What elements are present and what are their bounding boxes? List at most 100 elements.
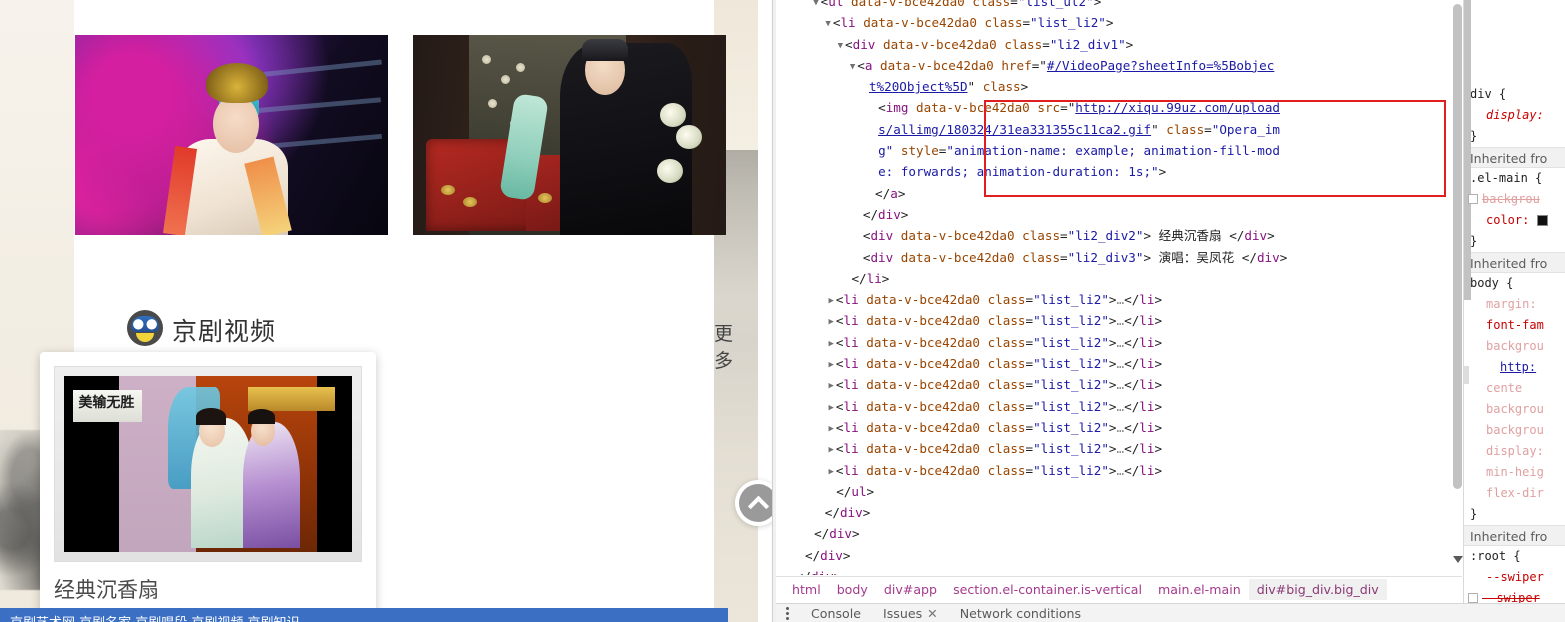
styles-row: min-heig [1486,465,1544,479]
dom-token-punct: > [1154,292,1163,308]
breadcrumb-item[interactable]: div#big_div.big_div [1248,579,1387,600]
dom-token-val: "li2_div1" [1049,36,1126,52]
twisty-collapsed-icon[interactable]: ▶ [828,445,833,455]
twisty-collapsed-icon[interactable]: ▶ [828,381,833,391]
dom-tree-row[interactable]: ▼ <li data-v-bce42da0 class="list_li2"> [776,12,1462,33]
twisty-expanded-icon[interactable]: ▼ [813,0,818,8]
dom-token-tag: li [843,462,859,478]
drawer-tab[interactable]: Issues ✕ [883,606,938,621]
dom-token-val: "li2_div3" [1067,249,1144,265]
dom-tree-row[interactable]: </div> [776,204,1462,225]
dom-tree-row[interactable]: <img data-v-bce42da0 src="http://xiqu.99… [776,97,1462,118]
dom-tree-row[interactable]: s/allimg/180324/31ea331355c11ca2.gif" cl… [776,119,1462,140]
dom-token-attr: class [987,462,1026,478]
dom-token-val: "list_li2" [1033,398,1109,414]
breadcrumb-item[interactable]: section.el-container.is-vertical [945,579,1150,600]
style-enable-checkbox[interactable] [1468,592,1478,603]
styles-pane-scrollbar[interactable] [1464,0,1471,300]
twisty-collapsed-icon[interactable]: ▶ [828,317,833,327]
dom-tree-scrollbar-thumb[interactable] [1453,4,1462,489]
drawer-tab-list[interactable]: Console Issues ✕ Network conditions [811,606,1081,621]
dom-token-tag: li [866,270,882,286]
devtools-drawer-tabbar[interactable]: Console Issues ✕ Network conditions [776,603,1565,622]
dom-token-punct: = [1025,419,1034,435]
more-link[interactable]: 更多 [714,319,733,373]
dom-token-punct: = [1060,228,1068,244]
breadcrumb-item[interactable]: html [784,579,829,600]
drawer-tab[interactable]: Network conditions [960,606,1081,621]
dom-tree-row[interactable]: ▼ <div data-v-bce42da0 class="li2_div1"> [776,34,1462,55]
dom-token-ellip: … [1116,377,1125,393]
style-enable-checkbox[interactable] [1468,193,1478,204]
dom-tree[interactable]: ▼ <ul data-v-bce42da0 class="list_ul2"> ▼ <… [776,0,1462,575]
dom-token-punct: > [1108,419,1117,435]
twisty-collapsed-icon[interactable]: ▶ [828,467,833,477]
dom-token-attr: class [1022,228,1061,244]
dom-token-punct: > [1108,441,1117,457]
dom-token-tag: li [843,398,859,414]
styles-pane[interactable]: div {display:} Inherited fro .el-main {bac… [1463,0,1565,603]
styles-row: --swiper [1464,588,1565,603]
breadcrumb[interactable]: html body div#app section.el-container.is-v… [776,576,1462,602]
breadcrumb-item[interactable]: main.el-main [1150,579,1249,600]
opera-thumbnail-1[interactable] [75,35,388,235]
dom-token-punct [1015,250,1023,265]
dom-tree-row[interactable]: ▶ <li data-v-bce42da0 class="list_li2">…<… [776,417,1462,438]
close-icon[interactable]: ✕ [927,606,938,621]
twisty-expanded-icon[interactable]: ▼ [850,62,855,72]
twisty-expanded-icon[interactable]: ▼ [838,41,843,51]
dom-tree-row[interactable]: ▼ <ul data-v-bce42da0 class="list_ul2"> [776,0,1462,12]
dom-token-tag: li [843,356,859,372]
dom-tree-row[interactable]: </ul> [776,481,1462,502]
twisty-collapsed-icon[interactable]: ▶ [828,360,833,370]
twisty-collapsed-icon[interactable]: ▶ [828,403,833,413]
dom-tree-row[interactable]: e: forwards; animation-duration: 1s;"> [776,161,1462,182]
dom-tree-row[interactable]: t%20Object%5D" class> [776,76,1462,97]
twisty-collapsed-icon[interactable]: ▶ [828,296,833,306]
breadcrumb-item[interactable]: body [829,579,876,600]
twisty-collapsed-icon[interactable]: ▶ [828,339,833,349]
more-options-icon[interactable] [786,606,789,620]
dom-token-ellip: … [1116,441,1125,457]
dom-tree-row[interactable]: ▶ <li data-v-bce42da0 class="list_li2">…<… [776,353,1462,374]
dom-tree-row[interactable]: ▶ <li data-v-bce42da0 class="list_li2">…<… [776,374,1462,395]
dom-tree-row[interactable]: </li> [776,268,1462,289]
video-card[interactable]: 美输无胜 经典沉香扇 [40,352,376,618]
dom-tree-pane[interactable]: ▼ <ul data-v-bce42da0 class="list_ul2"> ▼ <… [776,0,1462,575]
dom-tree-row[interactable]: </div> [776,502,1462,523]
dom-token-tag: div [870,249,894,265]
dom-tree-row[interactable]: ▶ <li data-v-bce42da0 class="list_li2">…<… [776,460,1462,481]
twisty-expanded-icon[interactable]: ▼ [825,19,830,29]
dom-tree-row[interactable]: </div> [776,523,1462,544]
dom-token-punct [1015,228,1023,243]
dom-tree-row[interactable]: g" style="animation-name: example; anima… [776,140,1462,161]
color-swatch[interactable] [1536,215,1548,226]
styles-pane-scroll-marker [1464,366,1469,384]
dom-tree-row[interactable]: ▼ <a data-v-bce42da0 href="#/VideoPage?sh… [776,55,1462,76]
twisty-collapsed-icon[interactable]: ▶ [828,424,833,434]
dom-tree-row[interactable]: </a> [776,183,1462,204]
dom-token-attr: data-v-bce42da0 [866,398,980,414]
dom-tree-row[interactable]: <div data-v-bce42da0 class="li2_div3"> 演… [776,247,1462,268]
styles-row: --swiper [1486,570,1544,584]
dom-token-attr: data-v-bce42da0 [866,334,980,350]
drawer-tab[interactable]: Console [811,606,861,621]
dom-tree-row[interactable]: <div data-v-bce42da0 class="li2_div2"> 经… [776,225,1462,246]
breadcrumb-item[interactable]: div#app [876,579,945,600]
opera-thumbnail-2[interactable] [413,35,726,235]
dom-token-val: "list_li2" [1033,377,1109,393]
dom-token-punct [980,313,988,328]
dom-token-punct: = [1025,462,1034,478]
dom-token-punct: > [1108,398,1117,414]
dom-tree-row[interactable]: ▶ <li data-v-bce42da0 class="list_li2">…<… [776,289,1462,310]
dom-tree-row[interactable]: ▶ <li data-v-bce42da0 class="list_li2">…<… [776,396,1462,417]
dom-tree-row[interactable]: ▶ <li data-v-bce42da0 class="list_li2">…<… [776,332,1462,353]
dom-token-punct: > [1108,356,1117,372]
dom-token-punct [893,228,901,243]
dom-tree-row[interactable]: ▶ <li data-v-bce42da0 class="list_li2">…<… [776,438,1462,459]
dom-tree-row[interactable]: </div> [776,566,1462,575]
dom-tree-row[interactable]: ▶ <li data-v-bce42da0 class="list_li2">…<… [776,310,1462,331]
dom-token-tag: div [870,228,894,244]
dom-tree-row[interactable]: </div> [776,545,1462,566]
dom-tree-scroll-down-arrow[interactable] [1453,556,1463,566]
